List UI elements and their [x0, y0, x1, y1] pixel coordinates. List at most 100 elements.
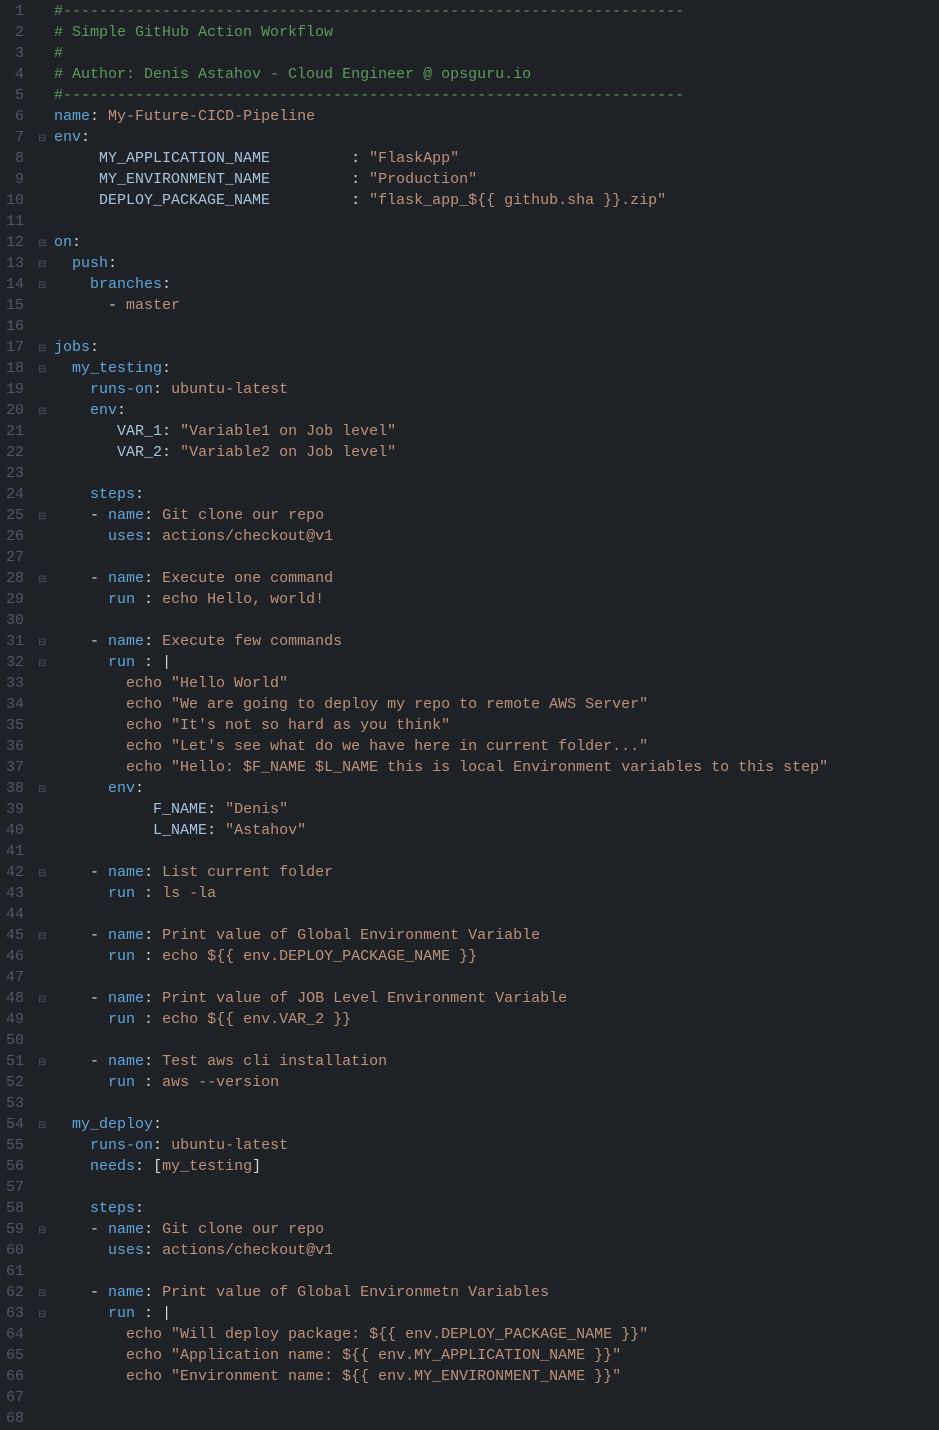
fold-marker[interactable]: ⊟ [38, 925, 50, 946]
code-line[interactable]: echo "It's not so hard as you think" [54, 715, 939, 736]
code-line[interactable]: push: [54, 253, 939, 274]
code-line[interactable]: echo "Will deploy package: ${{ env.DEPLO… [54, 1324, 939, 1345]
code-line[interactable] [54, 1387, 939, 1408]
code-line[interactable] [54, 1177, 939, 1198]
fold-marker[interactable]: ⊟ [38, 1282, 50, 1303]
code-line[interactable]: run : echo Hello, world! [54, 589, 939, 610]
code-line[interactable]: env: [54, 400, 939, 421]
code-line[interactable] [54, 547, 939, 568]
code-line[interactable]: run : aws --version [54, 1072, 939, 1093]
code-line[interactable]: - name: Test aws cli installation [54, 1051, 939, 1072]
code-line[interactable]: - name: Print value of JOB Level Environ… [54, 988, 939, 1009]
code-line[interactable]: runs-on: ubuntu-latest [54, 379, 939, 400]
code-line[interactable] [54, 841, 939, 862]
fold-marker[interactable]: ⊟ [38, 988, 50, 1009]
code-line[interactable] [54, 1408, 939, 1429]
code-line[interactable]: - name: Git clone our repo [54, 505, 939, 526]
line-number: 58 [6, 1198, 24, 1219]
code-line[interactable]: # Author: Denis Astahov - Cloud Engineer… [54, 64, 939, 85]
code-line[interactable]: run : | [54, 652, 939, 673]
fold-marker[interactable]: ⊟ [38, 1303, 50, 1324]
line-number: 27 [6, 547, 24, 568]
code-line[interactable]: MY_ENVIRONMENT_NAME : "Production" [54, 169, 939, 190]
fold-marker [38, 841, 50, 862]
code-line[interactable]: jobs: [54, 337, 939, 358]
fold-marker[interactable]: ⊟ [38, 652, 50, 673]
code-line[interactable]: run : echo ${{ env.DEPLOY_PACKAGE_NAME }… [54, 946, 939, 967]
code-line[interactable]: - name: List current folder [54, 862, 939, 883]
code-line[interactable] [54, 1093, 939, 1114]
code-line[interactable]: run : | [54, 1303, 939, 1324]
fold-marker[interactable]: ⊟ [38, 1219, 50, 1240]
fold-marker[interactable]: ⊟ [38, 232, 50, 253]
code-line[interactable]: echo "We are going to deploy my repo to … [54, 694, 939, 715]
code-line[interactable]: - name: Print value of Global Environmet… [54, 1282, 939, 1303]
code-line[interactable]: name: My-Future-CICD-Pipeline [54, 106, 939, 127]
code-line[interactable]: echo "Application name: ${{ env.MY_APPLI… [54, 1345, 939, 1366]
code-line[interactable]: echo "Let's see what do we have here in … [54, 736, 939, 757]
fold-marker [38, 1240, 50, 1261]
fold-marker[interactable]: ⊟ [38, 505, 50, 526]
code-line[interactable]: - master [54, 295, 939, 316]
code-line[interactable]: VAR_2: "Variable2 on Job level" [54, 442, 939, 463]
code-line[interactable]: #---------------------------------------… [54, 1, 939, 22]
fold-marker[interactable]: ⊟ [38, 274, 50, 295]
code-line[interactable] [54, 610, 939, 631]
code-line[interactable]: my_testing: [54, 358, 939, 379]
fold-marker[interactable]: ⊟ [38, 778, 50, 799]
code-line[interactable] [54, 1261, 939, 1282]
code-line[interactable]: steps: [54, 1198, 939, 1219]
fold-marker[interactable]: ⊟ [38, 568, 50, 589]
code-line[interactable]: runs-on: ubuntu-latest [54, 1135, 939, 1156]
fold-column[interactable]: ⊟⊟⊟⊟⊟⊟⊟⊟⊟⊟⊟⊟⊟⊟⊟⊟⊟⊟⊟⊟ [38, 0, 54, 1430]
code-area[interactable]: #---------------------------------------… [54, 0, 939, 1430]
code-editor[interactable]: 1234567891011121314151617181920212223242… [0, 0, 939, 1430]
fold-marker[interactable]: ⊟ [38, 253, 50, 274]
code-line[interactable]: uses: actions/checkout@v1 [54, 526, 939, 547]
fold-marker[interactable]: ⊟ [38, 1114, 50, 1135]
line-number: 43 [6, 883, 24, 904]
code-line[interactable]: my_deploy: [54, 1114, 939, 1135]
code-line[interactable] [54, 904, 939, 925]
fold-marker[interactable]: ⊟ [38, 400, 50, 421]
code-line[interactable]: - name: Execute few commands [54, 631, 939, 652]
code-line[interactable]: uses: actions/checkout@v1 [54, 1240, 939, 1261]
code-line[interactable]: echo "Environment name: ${{ env.MY_ENVIR… [54, 1366, 939, 1387]
code-line[interactable]: env: [54, 778, 939, 799]
code-line[interactable]: - name: Git clone our repo [54, 1219, 939, 1240]
code-line[interactable]: VAR_1: "Variable1 on Job level" [54, 421, 939, 442]
code-line[interactable]: echo "Hello: $F_NAME $L_NAME this is loc… [54, 757, 939, 778]
line-number: 45 [6, 925, 24, 946]
code-line[interactable]: F_NAME: "Denis" [54, 799, 939, 820]
code-line[interactable]: # [54, 43, 939, 64]
fold-marker[interactable]: ⊟ [38, 337, 50, 358]
code-line[interactable] [54, 967, 939, 988]
code-line[interactable]: needs: [my_testing] [54, 1156, 939, 1177]
code-line[interactable]: branches: [54, 274, 939, 295]
code-line[interactable]: # Simple GitHub Action Workflow [54, 22, 939, 43]
code-line[interactable]: run : echo ${{ env.VAR_2 }} [54, 1009, 939, 1030]
code-line[interactable]: DEPLOY_PACKAGE_NAME : "flask_app_${{ git… [54, 190, 939, 211]
code-line[interactable]: #---------------------------------------… [54, 85, 939, 106]
code-line[interactable]: echo "Hello World" [54, 673, 939, 694]
code-line[interactable]: - name: Execute one command [54, 568, 939, 589]
fold-marker [38, 484, 50, 505]
code-line[interactable]: env: [54, 127, 939, 148]
fold-marker[interactable]: ⊟ [38, 1051, 50, 1072]
code-line[interactable]: L_NAME: "Astahov" [54, 820, 939, 841]
fold-marker[interactable]: ⊟ [38, 127, 50, 148]
code-line[interactable]: steps: [54, 484, 939, 505]
code-line[interactable]: - name: Print value of Global Environmen… [54, 925, 939, 946]
fold-marker[interactable]: ⊟ [38, 358, 50, 379]
line-number: 32 [6, 652, 24, 673]
code-line[interactable] [54, 463, 939, 484]
fold-marker[interactable]: ⊟ [38, 631, 50, 652]
code-line[interactable] [54, 316, 939, 337]
code-line[interactable]: MY_APPLICATION_NAME : "FlaskApp" [54, 148, 939, 169]
code-line[interactable]: run : ls -la [54, 883, 939, 904]
fold-marker[interactable]: ⊟ [38, 862, 50, 883]
code-line[interactable]: on: [54, 232, 939, 253]
code-line[interactable] [54, 1030, 939, 1051]
line-number: 9 [6, 169, 24, 190]
code-line[interactable] [54, 211, 939, 232]
